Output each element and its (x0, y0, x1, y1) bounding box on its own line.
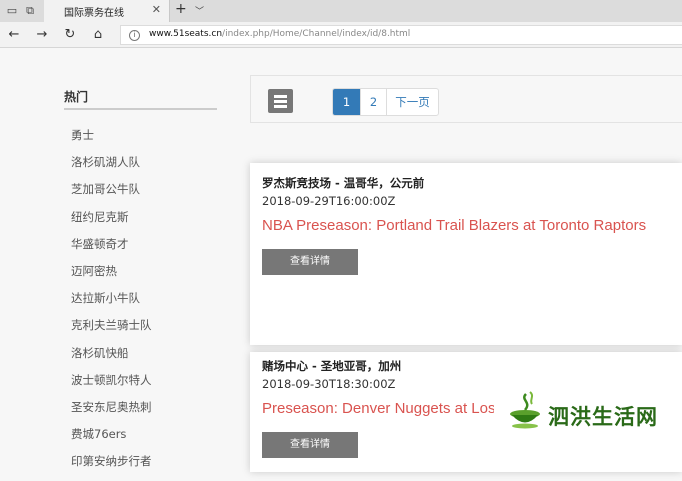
tab-title: 国际票务在线 (64, 8, 124, 19)
page-1-button[interactable]: 1 (333, 89, 360, 115)
sidebar-item-lakers[interactable]: 洛杉矶湖人队 (71, 155, 152, 182)
address-bar[interactable]: i www.51seats.cn/index.php/Home/Channel/… (120, 25, 682, 45)
pagination: 1 2 下一页 (332, 88, 439, 116)
url-path: /index.php/Home/Channel/index/id/8.html (222, 29, 411, 39)
back-icon[interactable]: ← (5, 26, 23, 44)
sidebar-team-list: 勇士 洛杉矶湖人队 芝加哥公牛队 纽约尼克斯 华盛顿奇才 迈阿密热 达拉斯小牛队… (71, 128, 152, 481)
sidebar-item-warriors[interactable]: 勇士 (71, 128, 152, 155)
tab-strip: ▭ ⧉ 国际票务在线 ✕ + ﹀ (0, 0, 682, 22)
url-text[interactable]: www.51seats.cn/index.php/Home/Channel/in… (149, 29, 410, 39)
sidebar-item-spurs[interactable]: 圣安东尼奥热刺 (71, 400, 152, 427)
sidebar-item-celtics[interactable]: 波士顿凯尔特人 (71, 373, 152, 400)
watermark-text: 泗洪生活网 (548, 404, 658, 429)
list-view-icon[interactable] (268, 89, 293, 113)
sidebar-item-pacers[interactable]: 印第安纳步行者 (71, 454, 152, 481)
sidebar-item-bulls[interactable]: 芝加哥公牛队 (71, 182, 152, 209)
sidebar-item-clippers[interactable]: 洛杉矶快船 (71, 346, 152, 373)
view-details-button[interactable]: 查看详情 (262, 249, 358, 275)
watermark: 泗洪生活网 (494, 372, 682, 462)
navigation-bar: ← → ↻ ⌂ i www.51seats.cn/index.php/Home/… (0, 22, 682, 48)
event-venue: 罗杰斯竞技场 - 温哥华，公元前 (262, 176, 425, 190)
teacup-logo-icon (510, 391, 540, 429)
event-card: 罗杰斯竞技场 - 温哥华，公元前 2018-09-29T16:00:00Z NB… (250, 163, 682, 345)
url-host: www.51seats.cn (149, 29, 223, 39)
page-2-button[interactable]: 2 (360, 89, 386, 115)
next-page-button[interactable]: 下一页 (386, 89, 438, 115)
event-date: 2018-09-30T18:30:00Z (262, 377, 396, 391)
list-toolbar: 1 2 下一页 (250, 75, 682, 123)
site-info-icon[interactable]: i (129, 30, 140, 41)
sidebar-heading: 热门 (64, 90, 89, 104)
tab-groups-icon[interactable]: ▭ (4, 3, 20, 19)
sidebar-item-76ers[interactable]: 费城76ers (71, 427, 152, 454)
set-aside-tabs-icon[interactable]: ⧉ (22, 3, 38, 19)
event-title-link[interactable]: NBA Preseason: Portland Trail Blazers at… (262, 217, 646, 234)
event-date: 2018-09-29T16:00:00Z (262, 194, 396, 208)
sidebar-item-knicks[interactable]: 纽约尼克斯 (71, 210, 152, 237)
refresh-icon[interactable]: ↻ (61, 26, 79, 44)
event-venue: 赌场中心 - 圣地亚哥，加州 (262, 359, 402, 373)
forward-icon[interactable]: → (33, 26, 51, 44)
sidebar-item-cavaliers[interactable]: 克利夫兰骑士队 (71, 318, 152, 345)
sidebar-item-wizards[interactable]: 华盛顿奇才 (71, 237, 152, 264)
view-details-button[interactable]: 查看详情 (262, 432, 358, 458)
sidebar-item-mavericks[interactable]: 达拉斯小牛队 (71, 291, 152, 318)
new-tab-icon[interactable]: + (175, 1, 187, 17)
home-icon[interactable]: ⌂ (89, 26, 107, 44)
tab-list-chevron-icon[interactable]: ﹀ (195, 4, 204, 17)
sidebar-divider (64, 108, 217, 110)
sidebar-item-heat[interactable]: 迈阿密热 (71, 264, 152, 291)
tab-close-icon[interactable]: ✕ (152, 3, 161, 16)
active-tab[interactable]: 国际票务在线 ✕ (44, 0, 170, 22)
